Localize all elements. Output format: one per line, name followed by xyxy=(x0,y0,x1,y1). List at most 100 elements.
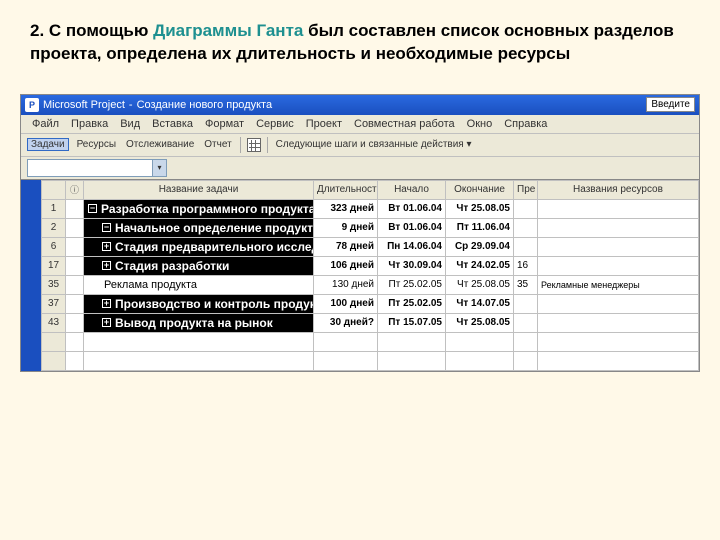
menu-edit[interactable]: Правка xyxy=(66,117,113,131)
pred-cell[interactable] xyxy=(514,218,538,237)
finish-cell[interactable]: Пт 11.06.04 xyxy=(446,218,514,237)
tb-tracking[interactable]: Отслеживание xyxy=(124,138,196,151)
menu-insert[interactable]: Вставка xyxy=(147,117,198,131)
col-res[interactable]: Названия ресурсов xyxy=(538,180,699,199)
task-cell[interactable]: +Стадия разработки xyxy=(84,256,314,275)
tb-resources[interactable]: Ресурсы xyxy=(75,138,118,151)
start-cell[interactable]: Пт 25.02.05 xyxy=(378,275,446,294)
res-cell[interactable] xyxy=(538,199,699,218)
start-cell[interactable]: Вт 01.06.04 xyxy=(378,218,446,237)
duration-cell[interactable]: 30 дней? xyxy=(314,313,378,332)
finish-cell[interactable]: Чт 25.08.05 xyxy=(446,199,514,218)
res-cell[interactable] xyxy=(538,294,699,313)
outline-toggle-icon[interactable]: + xyxy=(102,299,111,308)
start-cell[interactable]: Пт 15.07.05 xyxy=(378,313,446,332)
col-duration[interactable]: Длительность xyxy=(314,180,378,199)
res-cell[interactable] xyxy=(538,237,699,256)
pred-cell[interactable] xyxy=(514,313,538,332)
tb-report[interactable]: Отчет xyxy=(202,138,233,151)
row-number[interactable]: 1 xyxy=(42,199,66,218)
pred-cell[interactable] xyxy=(514,199,538,218)
col-finish[interactable]: Окончание xyxy=(446,180,514,199)
row-number[interactable] xyxy=(42,332,66,351)
row-number[interactable]: 35 xyxy=(42,275,66,294)
row-info[interactable] xyxy=(66,256,84,275)
help-input[interactable]: Введите xyxy=(646,97,695,112)
row-info[interactable] xyxy=(66,218,84,237)
start-cell[interactable]: Чт 30.09.04 xyxy=(378,256,446,275)
menu-tools[interactable]: Сервис xyxy=(251,117,299,131)
start-cell[interactable]: Пт 25.02.05 xyxy=(378,294,446,313)
menu-file[interactable]: Файл xyxy=(27,117,64,131)
menu-project[interactable]: Проект xyxy=(301,117,347,131)
outline-toggle-icon[interactable]: + xyxy=(102,261,111,270)
col-rownum[interactable] xyxy=(42,180,66,199)
task-cell[interactable]: +Стадия предварительного исследования xyxy=(84,237,314,256)
table-row[interactable]: 43 +Вывод продукта на рынок30 дней?Пт 15.… xyxy=(42,313,699,332)
res-cell[interactable]: Рекламные менеджеры xyxy=(538,275,699,294)
finish-cell[interactable]: Ср 29.09.04 xyxy=(446,237,514,256)
menu-collab[interactable]: Совместная работа xyxy=(349,117,460,131)
table-row[interactable]: 35 Реклама продукта130 днейПт 25.02.05Чт … xyxy=(42,275,699,294)
row-number[interactable]: 2 xyxy=(42,218,66,237)
table-row[interactable] xyxy=(42,351,699,370)
row-info[interactable] xyxy=(66,275,84,294)
col-info[interactable]: ⓘ xyxy=(66,180,84,199)
table-row[interactable]: 17 +Стадия разработки106 днейЧт 30.09.04Ч… xyxy=(42,256,699,275)
duration-cell[interactable]: 9 дней xyxy=(314,218,378,237)
pred-cell[interactable] xyxy=(514,294,538,313)
row-number[interactable]: 43 xyxy=(42,313,66,332)
table-row[interactable]: 2 −Начальное определение продукта9 днейВт… xyxy=(42,218,699,237)
finish-cell[interactable]: Чт 24.02.05 xyxy=(446,256,514,275)
duration-cell[interactable]: 78 дней xyxy=(314,237,378,256)
row-info[interactable] xyxy=(66,294,84,313)
res-cell[interactable] xyxy=(538,218,699,237)
row-info[interactable] xyxy=(66,237,84,256)
menu-view[interactable]: Вид xyxy=(115,117,145,131)
pred-cell[interactable]: 35 xyxy=(514,275,538,294)
start-cell[interactable]: Пн 14.06.04 xyxy=(378,237,446,256)
view-bar[interactable] xyxy=(21,180,41,371)
res-cell[interactable] xyxy=(538,313,699,332)
finish-cell[interactable]: Чт 25.08.05 xyxy=(446,275,514,294)
pred-cell[interactable]: 16 xyxy=(514,256,538,275)
start-cell[interactable]: Вт 01.06.04 xyxy=(378,199,446,218)
row-number[interactable]: 6 xyxy=(42,237,66,256)
outline-toggle-icon[interactable]: − xyxy=(88,204,97,213)
table-row[interactable]: 6 +Стадия предварительного исследования78… xyxy=(42,237,699,256)
row-number[interactable]: 37 xyxy=(42,294,66,313)
duration-cell[interactable]: 323 дней xyxy=(314,199,378,218)
grid-icon[interactable] xyxy=(247,138,261,152)
row-number[interactable] xyxy=(42,351,66,370)
row-number[interactable]: 17 xyxy=(42,256,66,275)
outline-toggle-icon[interactable]: − xyxy=(102,223,111,232)
outline-toggle-icon[interactable]: + xyxy=(102,318,111,327)
finish-cell[interactable]: Чт 14.07.05 xyxy=(446,294,514,313)
col-pred[interactable]: Пре xyxy=(514,180,538,199)
table-row[interactable] xyxy=(42,332,699,351)
menu-help[interactable]: Справка xyxy=(499,117,552,131)
outline-toggle-icon[interactable]: + xyxy=(102,242,111,251)
task-cell[interactable]: −Начальное определение продукта xyxy=(84,218,314,237)
menu-format[interactable]: Формат xyxy=(200,117,249,131)
duration-cell[interactable]: 100 дней xyxy=(314,294,378,313)
row-info[interactable] xyxy=(66,199,84,218)
task-cell[interactable]: Реклама продукта xyxy=(84,275,314,294)
res-cell[interactable] xyxy=(538,256,699,275)
tb-next[interactable]: Следующие шаги и связанные действия ▾ xyxy=(274,138,474,151)
duration-cell[interactable]: 106 дней xyxy=(314,256,378,275)
task-cell[interactable]: −Разработка программного продукта xyxy=(84,199,314,218)
row-info[interactable] xyxy=(66,313,84,332)
task-cell[interactable]: +Производство и контроль продукта xyxy=(84,294,314,313)
tb-tasks[interactable]: Задачи xyxy=(27,138,69,151)
duration-cell[interactable]: 130 дней xyxy=(314,275,378,294)
finish-cell[interactable]: Чт 25.08.05 xyxy=(446,313,514,332)
col-start[interactable]: Начало xyxy=(378,180,446,199)
table-row[interactable]: 1 −Разработка программного продукта323 дн… xyxy=(42,199,699,218)
menu-window[interactable]: Окно xyxy=(462,117,498,131)
task-cell[interactable]: +Вывод продукта на рынок xyxy=(84,313,314,332)
pred-cell[interactable] xyxy=(514,237,538,256)
table-row[interactable]: 37 +Производство и контроль продукта100 д… xyxy=(42,294,699,313)
col-name[interactable]: Название задачи xyxy=(84,180,314,199)
cell-entry-dropdown[interactable]: ▾ xyxy=(27,159,167,177)
